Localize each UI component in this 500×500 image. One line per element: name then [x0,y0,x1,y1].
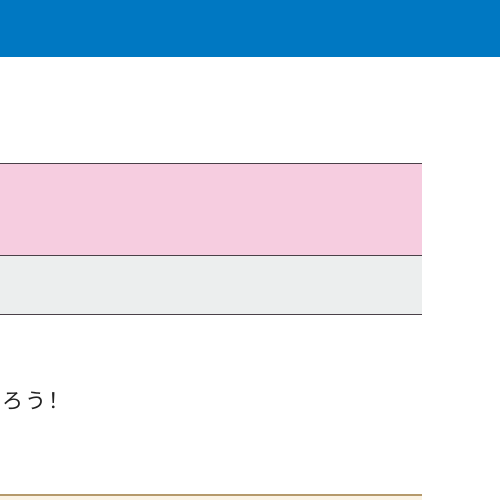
section-heading: 知ろう！ [0,389,71,413]
page: 知ろう！ [0,0,500,500]
header-bar [0,0,500,57]
table-row-gray [0,256,422,315]
table-row-pink [0,163,422,256]
info-table [0,163,422,315]
bottom-note-box [0,494,422,500]
